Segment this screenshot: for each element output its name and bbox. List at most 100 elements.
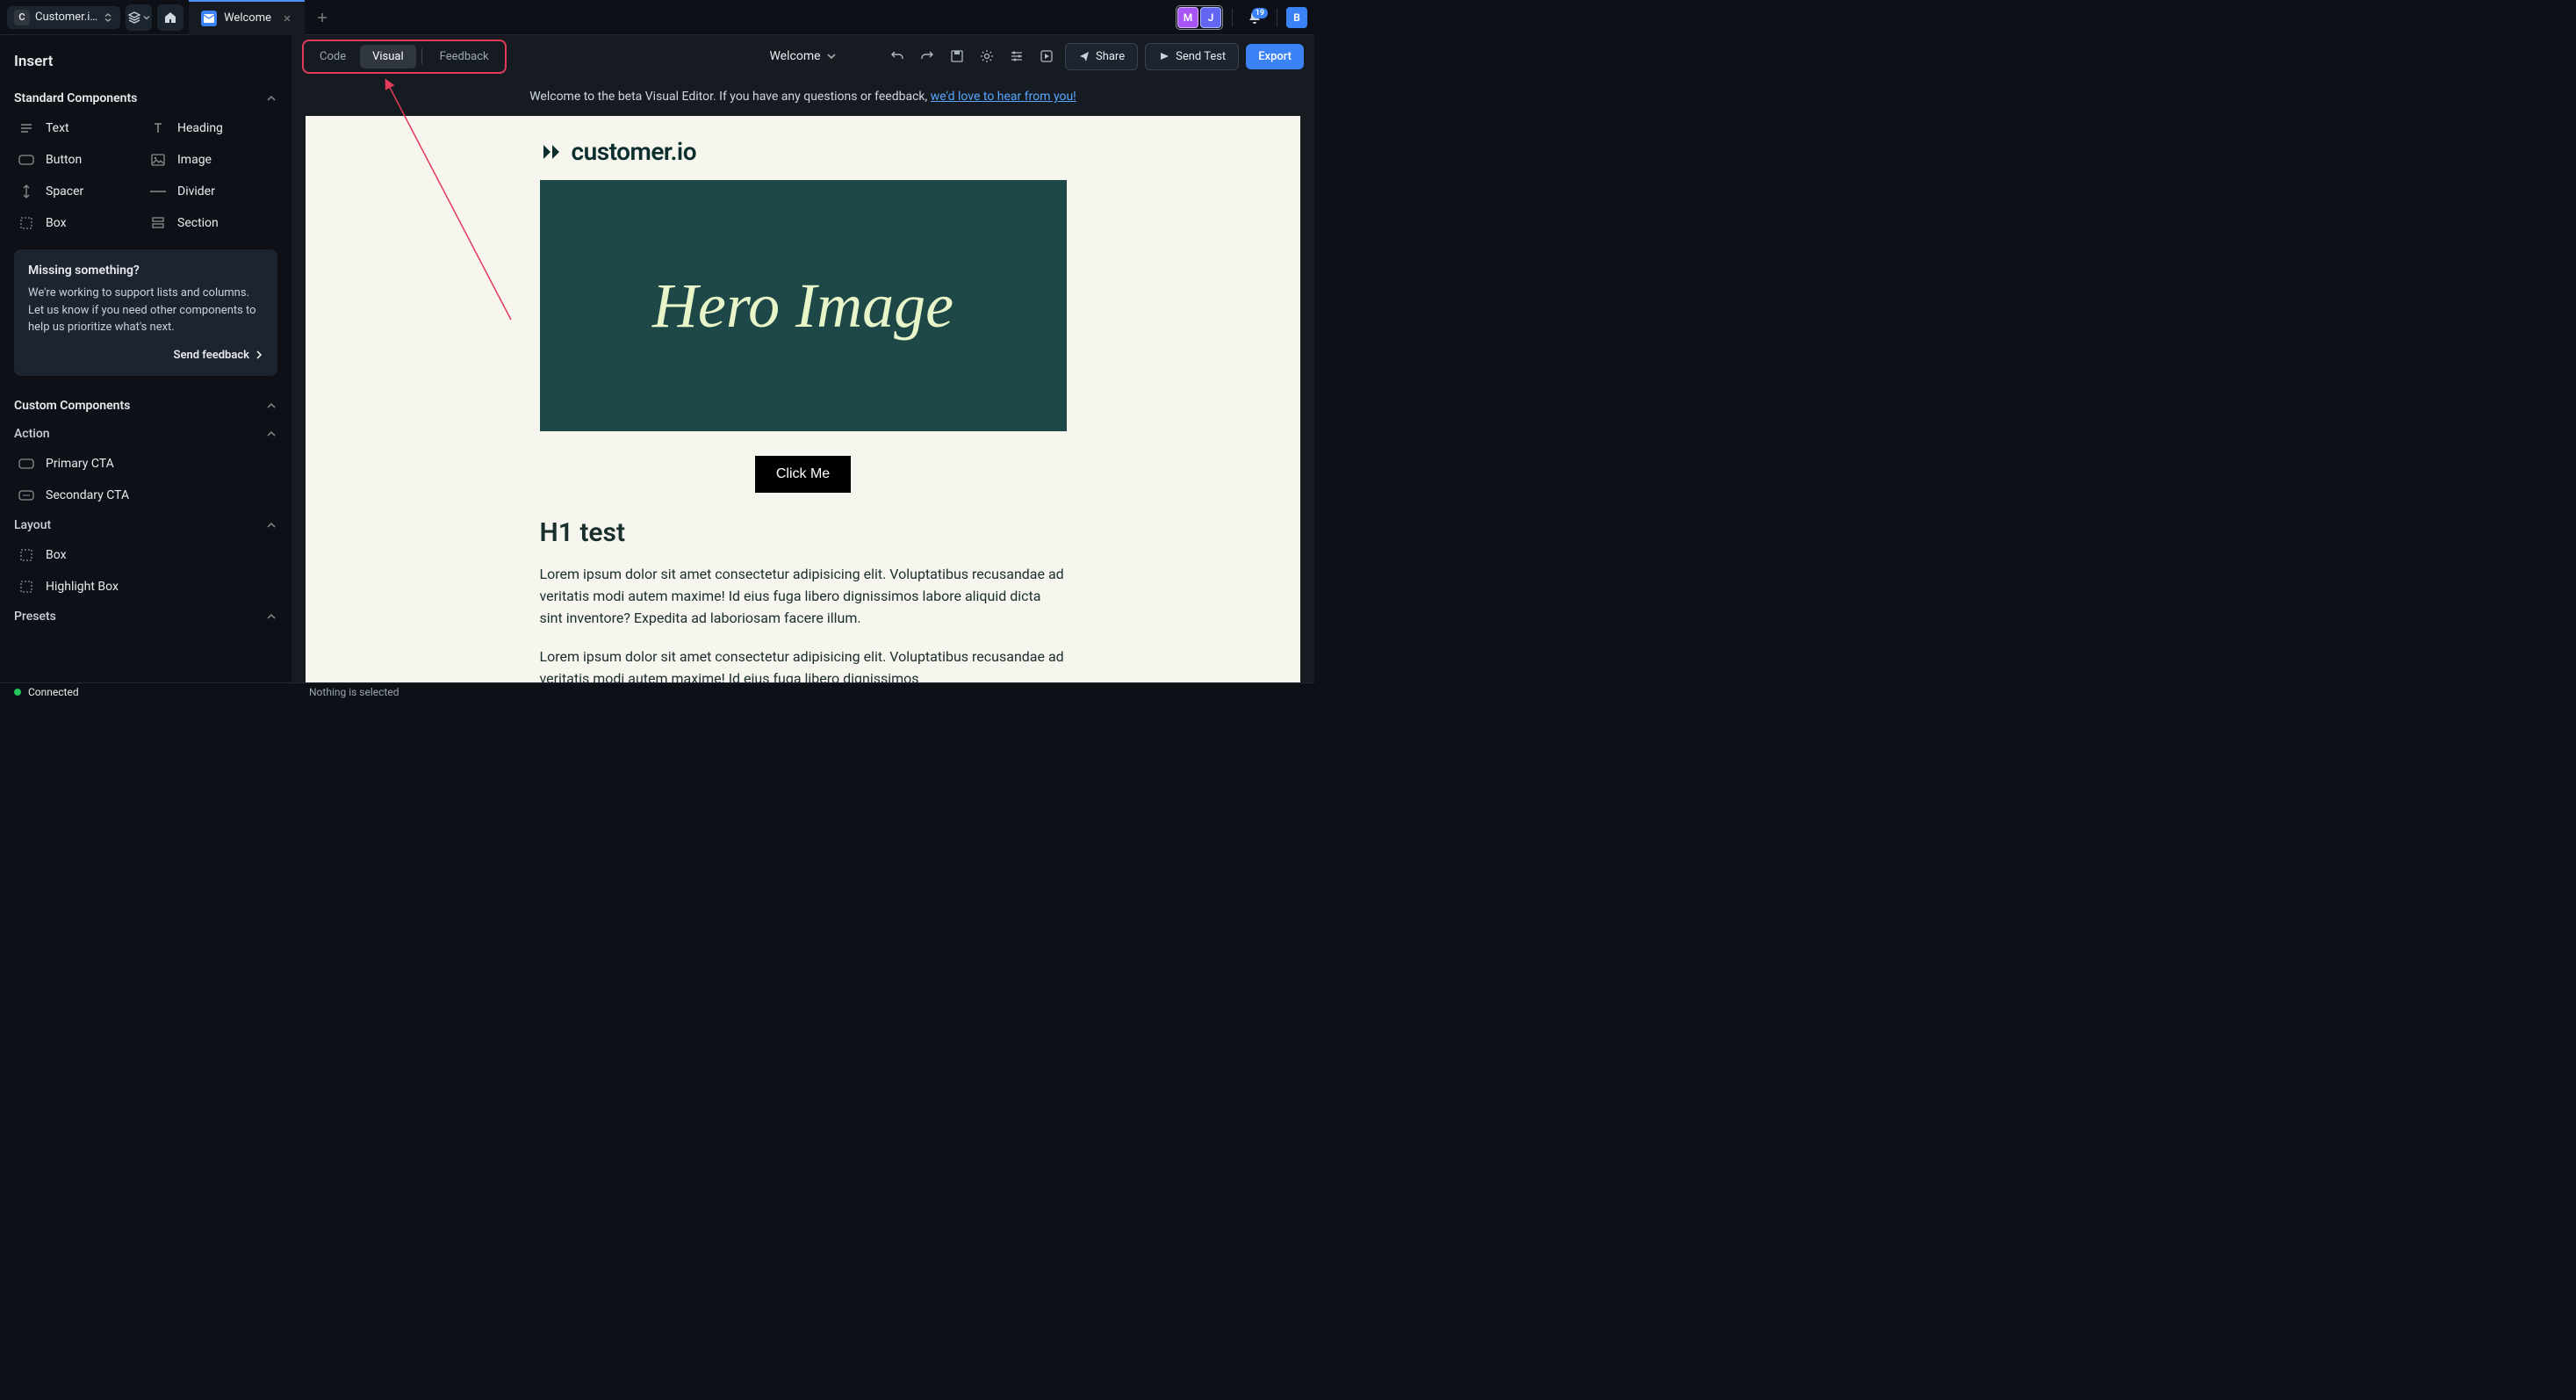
add-tab-button[interactable] xyxy=(310,11,335,24)
missing-title: Missing something? xyxy=(28,263,263,278)
undo-icon xyxy=(890,49,904,63)
share-button[interactable]: Share xyxy=(1065,43,1138,70)
notifications-button[interactable]: 19 xyxy=(1241,10,1268,25)
logo: customer.io xyxy=(540,137,1067,166)
redo-icon xyxy=(920,49,934,63)
beta-banner: Welcome to the beta Visual Editor. If yo… xyxy=(291,77,1314,116)
home-button[interactable] xyxy=(157,4,183,31)
layers-button[interactable] xyxy=(126,4,152,31)
logo-icon xyxy=(540,140,565,164)
home-icon xyxy=(163,11,177,25)
send-test-button[interactable]: Send Test xyxy=(1145,43,1239,70)
chevron-up-icon xyxy=(265,519,277,531)
component-box[interactable]: Box xyxy=(14,207,146,239)
collaborators[interactable]: M J xyxy=(1176,5,1223,30)
editor-toolbar: Code Visual Feedback Welcome xyxy=(291,35,1314,77)
paragraph-2[interactable]: Lorem ipsum dolor sit amet consectetur a… xyxy=(540,646,1067,682)
save-button[interactable] xyxy=(946,45,968,68)
hero-text: Hero Image xyxy=(652,270,953,343)
redo-button[interactable] xyxy=(916,45,939,68)
top-bar: C Customer.i… Welcome M J 19 B xyxy=(0,0,1314,35)
chevron-down-icon xyxy=(826,51,837,61)
segment-feedback[interactable]: Feedback xyxy=(428,45,501,69)
project-initial: C xyxy=(14,10,30,25)
tab-label: Welcome xyxy=(224,11,271,25)
save-icon xyxy=(950,49,964,63)
separator xyxy=(421,48,422,64)
settings-button[interactable] xyxy=(975,45,998,68)
missing-body: We're working to support lists and colum… xyxy=(28,285,263,336)
divider-icon xyxy=(149,190,167,193)
avatar-m: M xyxy=(1177,7,1198,28)
section-action[interactable]: Action xyxy=(14,420,277,448)
chevron-updown-icon xyxy=(103,12,113,23)
send-icon xyxy=(1158,50,1170,62)
send-feedback-link[interactable]: Send feedback xyxy=(28,349,263,362)
gear-icon xyxy=(980,49,994,63)
component-secondary-cta[interactable]: Secondary CTA xyxy=(14,480,277,511)
play-icon xyxy=(1040,49,1054,63)
hero-image-block[interactable]: Hero Image xyxy=(540,180,1067,431)
sidebar-title: Insert xyxy=(14,53,277,70)
section-standard-components[interactable]: Standard Components xyxy=(14,84,277,112)
avatar-j: J xyxy=(1200,7,1221,28)
email-canvas[interactable]: customer.io Hero Image Click Me H1 test … xyxy=(306,116,1300,682)
chevron-up-icon xyxy=(265,92,277,105)
separator xyxy=(1232,9,1233,26)
plus-icon xyxy=(316,11,328,24)
chevron-up-icon xyxy=(265,400,277,412)
component-image[interactable]: Image xyxy=(146,144,277,176)
heading-icon xyxy=(149,121,167,135)
selection-status: Nothing is selected xyxy=(291,686,399,698)
insert-sidebar: Insert Standard Components Text Heading … xyxy=(0,35,291,682)
component-heading[interactable]: Heading xyxy=(146,112,277,144)
undo-button[interactable] xyxy=(886,45,909,68)
tab-welcome[interactable]: Welcome xyxy=(189,0,305,35)
editor-area: Code Visual Feedback Welcome xyxy=(291,35,1314,682)
canvas-scroll[interactable]: customer.io Hero Image Click Me H1 test … xyxy=(291,116,1314,682)
document-title[interactable]: Welcome xyxy=(769,49,836,63)
box-icon xyxy=(18,580,35,594)
user-avatar[interactable]: B xyxy=(1286,7,1307,28)
segment-visual[interactable]: Visual xyxy=(360,45,416,69)
section-presets[interactable]: Presets xyxy=(14,603,277,631)
sliders-icon xyxy=(1010,49,1024,63)
status-bar: Connected Nothing is selected xyxy=(0,682,1314,700)
envelope-icon xyxy=(201,11,217,26)
cta-button[interactable]: Click Me xyxy=(755,456,851,493)
view-mode-segmented: Code Visual Feedback xyxy=(302,40,507,74)
section-custom-components[interactable]: Custom Components xyxy=(14,392,277,420)
close-tab-button[interactable] xyxy=(282,13,292,24)
paragraph-1[interactable]: Lorem ipsum dolor sit amet consectetur a… xyxy=(540,564,1067,629)
notification-badge: 19 xyxy=(1252,8,1268,18)
sliders-button[interactable] xyxy=(1005,45,1028,68)
component-layout-box[interactable]: Box xyxy=(14,539,277,571)
component-button[interactable]: Button xyxy=(14,144,146,176)
connection-status: Connected xyxy=(28,686,79,698)
button-icon xyxy=(18,155,35,165)
component-section[interactable]: Section xyxy=(146,207,277,239)
chevron-down-icon xyxy=(143,14,150,21)
component-spacer[interactable]: Spacer xyxy=(14,176,146,207)
component-highlight-box[interactable]: Highlight Box xyxy=(14,571,277,603)
preview-button[interactable] xyxy=(1035,45,1058,68)
button-icon xyxy=(18,490,35,501)
component-primary-cta[interactable]: Primary CTA xyxy=(14,448,277,480)
button-icon xyxy=(18,458,35,469)
chevron-up-icon xyxy=(265,610,277,623)
feedback-cta-link[interactable]: we'd love to hear from you! xyxy=(931,90,1076,104)
export-button[interactable]: Export xyxy=(1246,44,1304,69)
section-layout[interactable]: Layout xyxy=(14,511,277,539)
heading-h1[interactable]: H1 test xyxy=(540,517,1067,548)
layers-icon xyxy=(127,11,141,25)
component-text[interactable]: Text xyxy=(14,112,146,144)
component-divider[interactable]: Divider xyxy=(146,176,277,207)
spacer-icon xyxy=(18,184,35,198)
project-name: Customer.i… xyxy=(35,11,97,24)
chevron-up-icon xyxy=(265,428,277,440)
missing-something-card: Missing something? We're working to supp… xyxy=(14,249,277,376)
segment-code[interactable]: Code xyxy=(307,45,358,69)
image-icon xyxy=(149,153,167,167)
project-selector[interactable]: C Customer.i… xyxy=(7,6,120,29)
logo-text: customer.io xyxy=(572,137,697,166)
